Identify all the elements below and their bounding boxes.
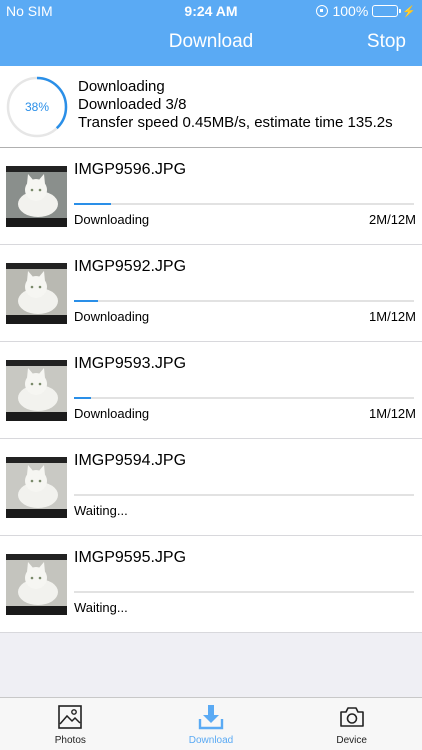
file-state: Downloading	[74, 406, 150, 421]
summary-speed: Transfer speed 0.45MB/s, estimate time 1…	[78, 114, 393, 131]
photo-thumbnail	[6, 360, 67, 421]
photo-icon	[58, 705, 83, 729]
download-summary: 38% Downloading Downloaded 3/8 Transfer …	[0, 66, 422, 148]
stop-button[interactable]: Stop	[367, 31, 406, 53]
photo-thumbnail	[6, 166, 67, 227]
list-item[interactable]: IMGP9594.JPG Waiting...	[0, 439, 422, 536]
file-name: IMGP9593.JPG	[74, 355, 187, 372]
status-bar: No SIM 9:24 AM 100% ⚡	[0, 0, 422, 22]
file-name: IMGP9596.JPG	[74, 161, 187, 178]
file-size: 2M/12M	[369, 212, 416, 227]
list-item[interactable]: IMGP9595.JPG Waiting...	[0, 536, 422, 633]
orientation-lock-icon	[316, 5, 329, 17]
tab-bar: Photos Download Device	[0, 697, 422, 750]
app-header: No SIM 9:24 AM 100% ⚡ Download Stop	[0, 0, 422, 66]
file-progress-bar	[74, 494, 414, 496]
battery-icon	[372, 5, 402, 17]
summary-count: Downloaded 3/8	[78, 96, 187, 113]
tab-device[interactable]: Device	[281, 698, 422, 750]
battery-percent: 100%	[332, 3, 369, 19]
charging-icon: ⚡	[402, 5, 416, 18]
file-progress-bar	[74, 397, 414, 399]
camera-icon	[339, 707, 364, 727]
photo-thumbnail	[6, 554, 67, 615]
file-state: Waiting...	[74, 503, 128, 518]
photo-thumbnail	[6, 457, 67, 518]
tab-photos-label: Photos	[54, 735, 86, 746]
download-icon	[198, 705, 224, 730]
summary-status: Downloading	[78, 78, 165, 95]
list-item[interactable]: IMGP9593.JPG Downloading 1M/12M	[0, 342, 422, 439]
file-progress-bar	[74, 300, 414, 302]
overall-progress-label: 38%	[24, 100, 50, 114]
tab-download-label: Download	[188, 735, 234, 746]
download-list: IMGP9596.JPG Downloading 2M/12M IMGP9592…	[0, 148, 422, 633]
file-name: IMGP9595.JPG	[74, 549, 187, 566]
page-title: Download	[168, 31, 254, 52]
file-name: IMGP9592.JPG	[74, 258, 187, 275]
photo-thumbnail	[6, 263, 67, 324]
file-name: IMGP9594.JPG	[74, 452, 187, 469]
file-state: Downloading	[74, 309, 150, 324]
status-right: 100% ⚡	[316, 3, 416, 19]
file-state: Waiting...	[74, 600, 128, 615]
tab-device-label: Device	[336, 735, 367, 746]
file-state: Downloading	[74, 212, 150, 227]
file-progress-bar	[74, 591, 414, 593]
file-size: 1M/12M	[369, 406, 416, 421]
file-progress-bar	[74, 203, 414, 205]
file-size: 1M/12M	[369, 309, 416, 324]
list-item[interactable]: IMGP9592.JPG Downloading 1M/12M	[0, 245, 422, 342]
tab-photos[interactable]: Photos	[0, 698, 141, 750]
summary-text: Downloading Downloaded 3/8 Transfer spee…	[78, 78, 393, 132]
list-item[interactable]: IMGP9596.JPG Downloading 2M/12M	[0, 148, 422, 245]
tab-download[interactable]: Download	[141, 698, 282, 750]
